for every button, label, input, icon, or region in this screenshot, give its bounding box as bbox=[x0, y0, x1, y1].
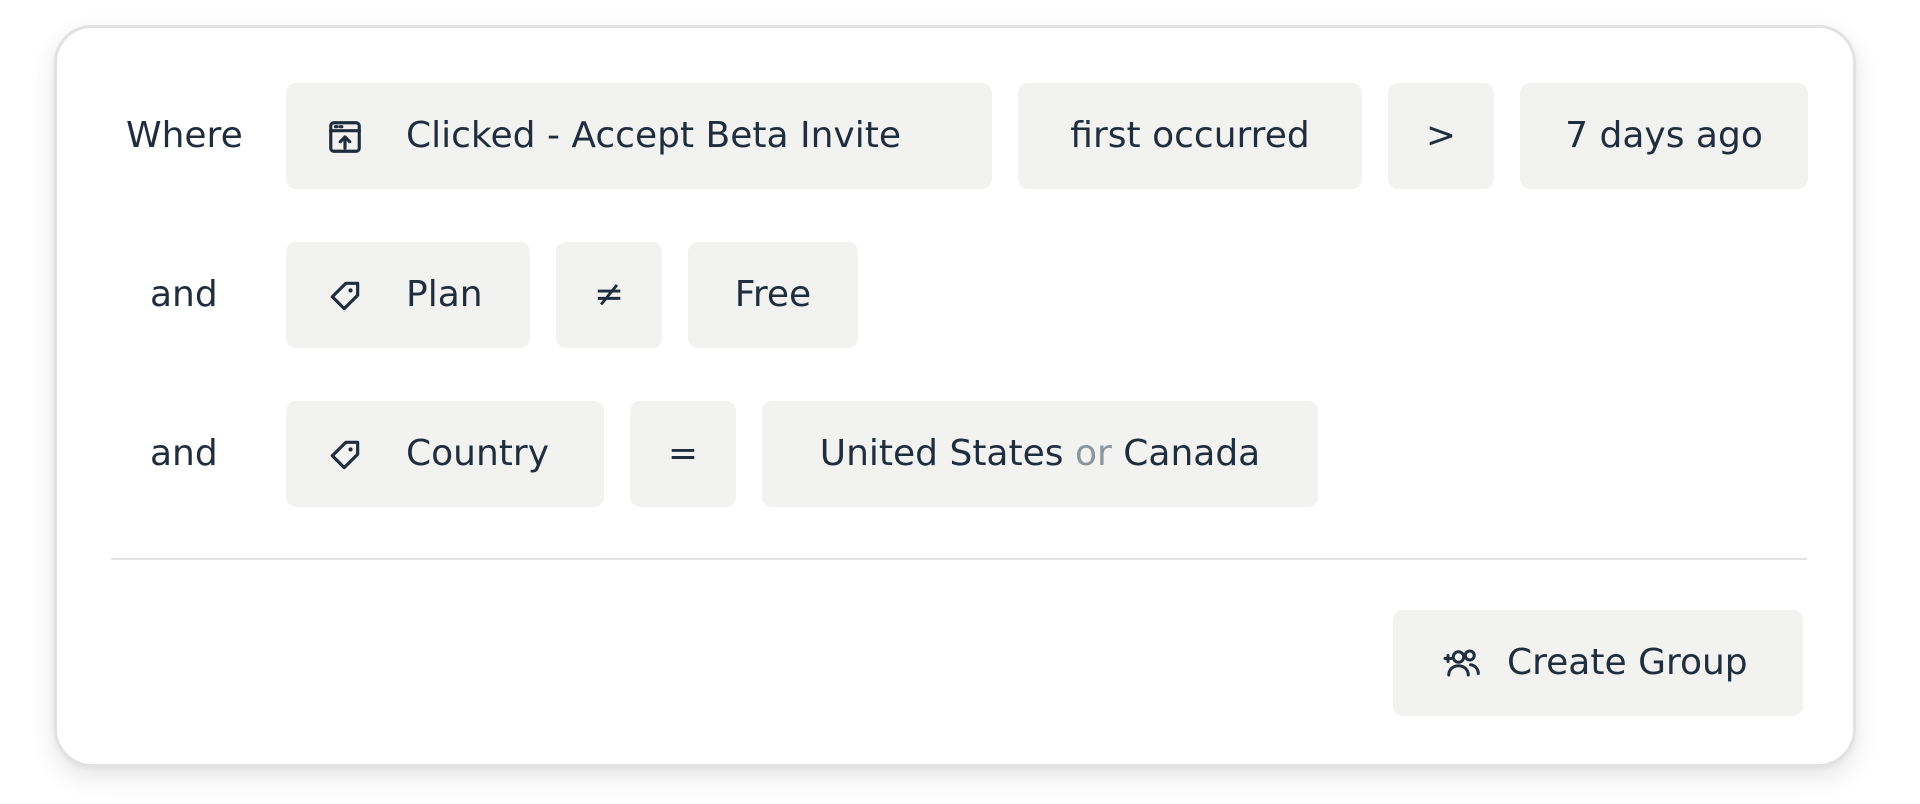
create-group-button[interactable]: Create Group bbox=[1393, 610, 1803, 716]
property-country[interactable]: Country bbox=[286, 401, 604, 507]
connector-where: Where bbox=[126, 115, 243, 156]
property-label: Country bbox=[406, 433, 550, 474]
value-country-2: Canada bbox=[1123, 433, 1261, 474]
operator-not-equal[interactable]: ≠ bbox=[556, 242, 662, 348]
event-icon bbox=[326, 118, 364, 156]
filter-row-1: Where Clicked - Accept Beta Invite first… bbox=[57, 83, 1853, 189]
divider bbox=[111, 558, 1807, 560]
connector-and: and bbox=[150, 274, 218, 315]
operator-equal[interactable]: = bbox=[630, 401, 736, 507]
filter-row-3: and Country = United States or Canada bbox=[57, 401, 1853, 507]
operator-first-occurred[interactable]: first occurred bbox=[1018, 83, 1362, 189]
users-icon bbox=[1443, 645, 1483, 681]
value-country-1: United States bbox=[819, 433, 1064, 474]
value-free[interactable]: Free bbox=[688, 242, 858, 348]
value-time-ago[interactable]: 7 days ago bbox=[1520, 83, 1808, 189]
filter-card: Where Clicked - Accept Beta Invite first… bbox=[54, 25, 1856, 767]
event-label: Clicked - Accept Beta Invite bbox=[406, 115, 901, 156]
property-plan[interactable]: Plan bbox=[286, 242, 530, 348]
create-group-label: Create Group bbox=[1507, 642, 1748, 683]
comparator-greater-than[interactable]: > bbox=[1388, 83, 1494, 189]
value-joiner: or bbox=[1074, 433, 1124, 474]
tag-icon bbox=[326, 436, 364, 474]
connector-and: and bbox=[150, 433, 218, 474]
event-selector[interactable]: Clicked - Accept Beta Invite bbox=[286, 83, 992, 189]
property-label: Plan bbox=[406, 274, 483, 315]
filter-row-2: and Plan ≠ Free bbox=[57, 242, 1853, 348]
value-countries[interactable]: United States or Canada bbox=[762, 401, 1318, 507]
tag-icon bbox=[326, 277, 364, 315]
